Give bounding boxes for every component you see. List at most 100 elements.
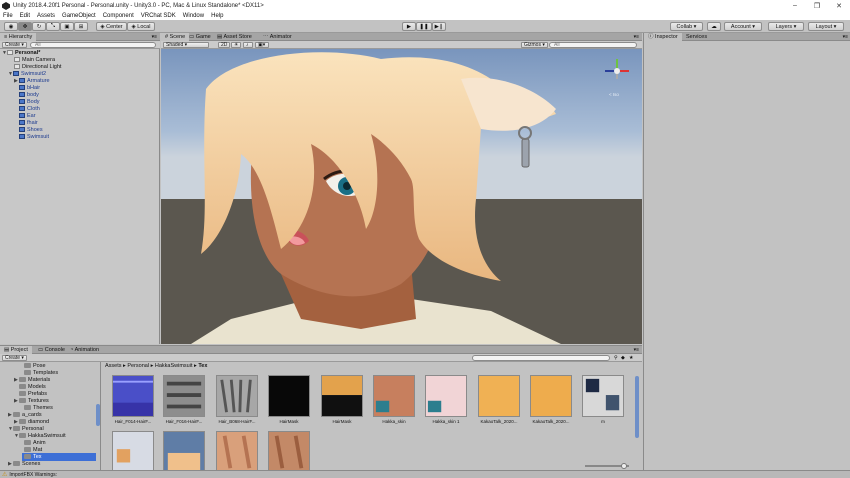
project-folder-tree: Pose Templates ▶ Materials Models Prefabs… [0, 362, 101, 471]
unity-logo-icon [2, 1, 10, 10]
project-create-button[interactable]: Create ▾ [2, 355, 27, 361]
pivot-center-button[interactable]: ◈ Center [96, 22, 127, 31]
breadcrumb-assets[interactable]: Assets [105, 363, 122, 369]
maximize-icon[interactable]: ❐ [806, 2, 828, 10]
asset-thumb-hair-f014[interactable] [112, 375, 154, 417]
asset-thumb-hair-b068[interactable] [216, 375, 258, 417]
play-button[interactable]: ▶ [402, 22, 416, 31]
breadcrumb-hakkaswimsuit[interactable]: HakkaSwimsuit [155, 363, 193, 369]
menu-gameobject[interactable]: GameObject [62, 13, 96, 19]
folder-icon [19, 384, 26, 389]
asset-thumb-kakaotalk-2[interactable] [530, 375, 572, 417]
asset-thumb-row2-3[interactable] [216, 431, 258, 473]
filter-icon[interactable]: ⚲ [614, 355, 618, 361]
prefab-icon [19, 92, 25, 97]
rotate-icon: ↻ [36, 23, 42, 30]
folder-icon [24, 454, 31, 459]
hierarchy-search-input[interactable]: All [30, 42, 156, 48]
prefab-icon [19, 106, 25, 111]
tab-animator[interactable]: ⋯ Animator [259, 33, 296, 41]
main-toolbar: ◉ ✥ ↻ ⤡ ▣ ⊞ ◈ Center ◈ Local ▶ ❚❚ ▶❙ Col… [0, 20, 850, 33]
menu-help[interactable]: Help [211, 13, 223, 19]
menu-file[interactable]: File [3, 13, 13, 19]
pause-button[interactable]: ❚❚ [416, 22, 432, 31]
center-icon: ◈ [100, 23, 105, 30]
tab-game[interactable]: ▭ Game [185, 33, 215, 41]
menu-vrchat-sdk[interactable]: VRChat SDK [141, 13, 176, 19]
layers-button[interactable]: Layers ▾ [768, 22, 804, 31]
breadcrumb-personal[interactable]: Personal [127, 363, 149, 369]
tab-inspector[interactable]: ⓘ Inspector [644, 33, 682, 41]
slider-thumb[interactable] [621, 463, 627, 469]
account-label: Account [730, 23, 751, 30]
tab-asset-store[interactable]: ▤ Asset Store [213, 33, 256, 41]
tree-item-swimsuit[interactable]: Swimsuit [19, 133, 49, 141]
prefab-icon [19, 127, 25, 132]
hand-tool-button[interactable]: ◉ [4, 22, 18, 31]
folder-icon [19, 433, 26, 438]
gizmo-label[interactable]: < Iso [609, 92, 619, 97]
folder-icon [13, 461, 20, 466]
shading-mode-dropdown[interactable]: Shaded ▾ [163, 42, 209, 48]
scene-search-input[interactable]: All [549, 42, 637, 48]
tab-inspector-label: Inspector [655, 34, 678, 40]
account-button[interactable]: Account ▾ [724, 22, 762, 31]
menu-window[interactable]: Window [183, 13, 204, 19]
move-tool-button[interactable]: ✥ [18, 22, 32, 31]
asset-thumb-hair-f016[interactable] [163, 375, 205, 417]
step-button[interactable]: ▶❙ [432, 22, 446, 31]
tab-project[interactable]: ▤ Project [0, 346, 32, 354]
asset-thumb-row2-2[interactable] [163, 431, 205, 473]
collab-button[interactable]: Collab ▾ [670, 22, 703, 31]
label-icon[interactable]: ◆ [621, 355, 625, 361]
menu-edit[interactable]: Edit [20, 13, 30, 19]
cloud-button[interactable]: ☁ [707, 22, 721, 31]
hierarchy-create-button[interactable]: Create ▾ [2, 42, 27, 48]
folder-icon [24, 405, 31, 410]
menu-assets[interactable]: Assets [37, 13, 55, 19]
tab-project-label: Project [10, 347, 28, 353]
scale-icon: ⤡ [50, 23, 56, 29]
breadcrumb-tex[interactable]: Tex [198, 363, 207, 369]
audio-toggle[interactable]: ♪ [243, 42, 253, 48]
project-scrollbar[interactable] [635, 376, 639, 438]
asset-thumb-row2-4[interactable] [268, 431, 310, 473]
asset-thumb-hakka-skin[interactable] [373, 375, 415, 417]
2d-toggle[interactable]: 2D [218, 42, 231, 48]
effects-toggle[interactable]: ▣▾ [255, 42, 269, 48]
asset-thumb-hairmask-1[interactable] [268, 375, 310, 417]
minimize-icon[interactable]: – [784, 2, 806, 10]
asset-thumb-hakka-skin-1[interactable] [425, 375, 467, 417]
tab-hierarchy[interactable]: ≡ Hierarchy [0, 33, 37, 41]
scale-tool-button[interactable]: ⤡ [46, 22, 60, 31]
folder-scenes[interactable]: ▶ Scenes [8, 460, 40, 468]
lighting-toggle[interactable]: ☀ [231, 42, 241, 48]
tab-console[interactable]: ▭ Console [34, 346, 69, 354]
scene-viewport[interactable] [161, 49, 642, 344]
status-message[interactable]: ImportFBX Warnings: [9, 472, 57, 478]
panel-menu-icon[interactable]: ▾≡ [152, 33, 157, 41]
layout-button[interactable]: Layout ▾ [808, 22, 844, 31]
panel-menu-icon[interactable]: ▾≡ [843, 33, 848, 41]
panel-menu-icon[interactable]: ▾≡ [634, 346, 639, 354]
pivot-local-button[interactable]: ◈ Local [127, 22, 155, 31]
asset-thumb-m[interactable] [582, 375, 624, 417]
panel-menu-icon[interactable]: ▾≡ [634, 33, 639, 41]
tab-services[interactable]: Services [682, 33, 711, 41]
asset-label: KakaoTalk_2020... [480, 419, 518, 424]
favorite-icon[interactable]: ★ [629, 355, 633, 361]
scene-tab-icon: # [165, 34, 169, 40]
info-icon: ⓘ [648, 34, 654, 40]
asset-thumb-hairmask-2[interactable] [321, 375, 363, 417]
asset-thumb-kakaotalk-1[interactable] [478, 375, 520, 417]
menu-component[interactable]: Component [103, 13, 134, 19]
gizmos-dropdown[interactable]: Gizmos ▾ [521, 42, 548, 48]
rect-tool-button[interactable]: ▣ [60, 22, 74, 31]
close-icon[interactable]: ✕ [828, 2, 850, 10]
rotate-tool-button[interactable]: ↻ [32, 22, 46, 31]
tab-animation[interactable]: ◔ Animation [66, 346, 103, 354]
project-search-input[interactable] [472, 355, 610, 361]
asset-thumb-row2-1[interactable] [112, 431, 154, 473]
transform-tool-button[interactable]: ⊞ [74, 22, 88, 31]
folder-tree-scrollbar[interactable] [96, 404, 100, 426]
